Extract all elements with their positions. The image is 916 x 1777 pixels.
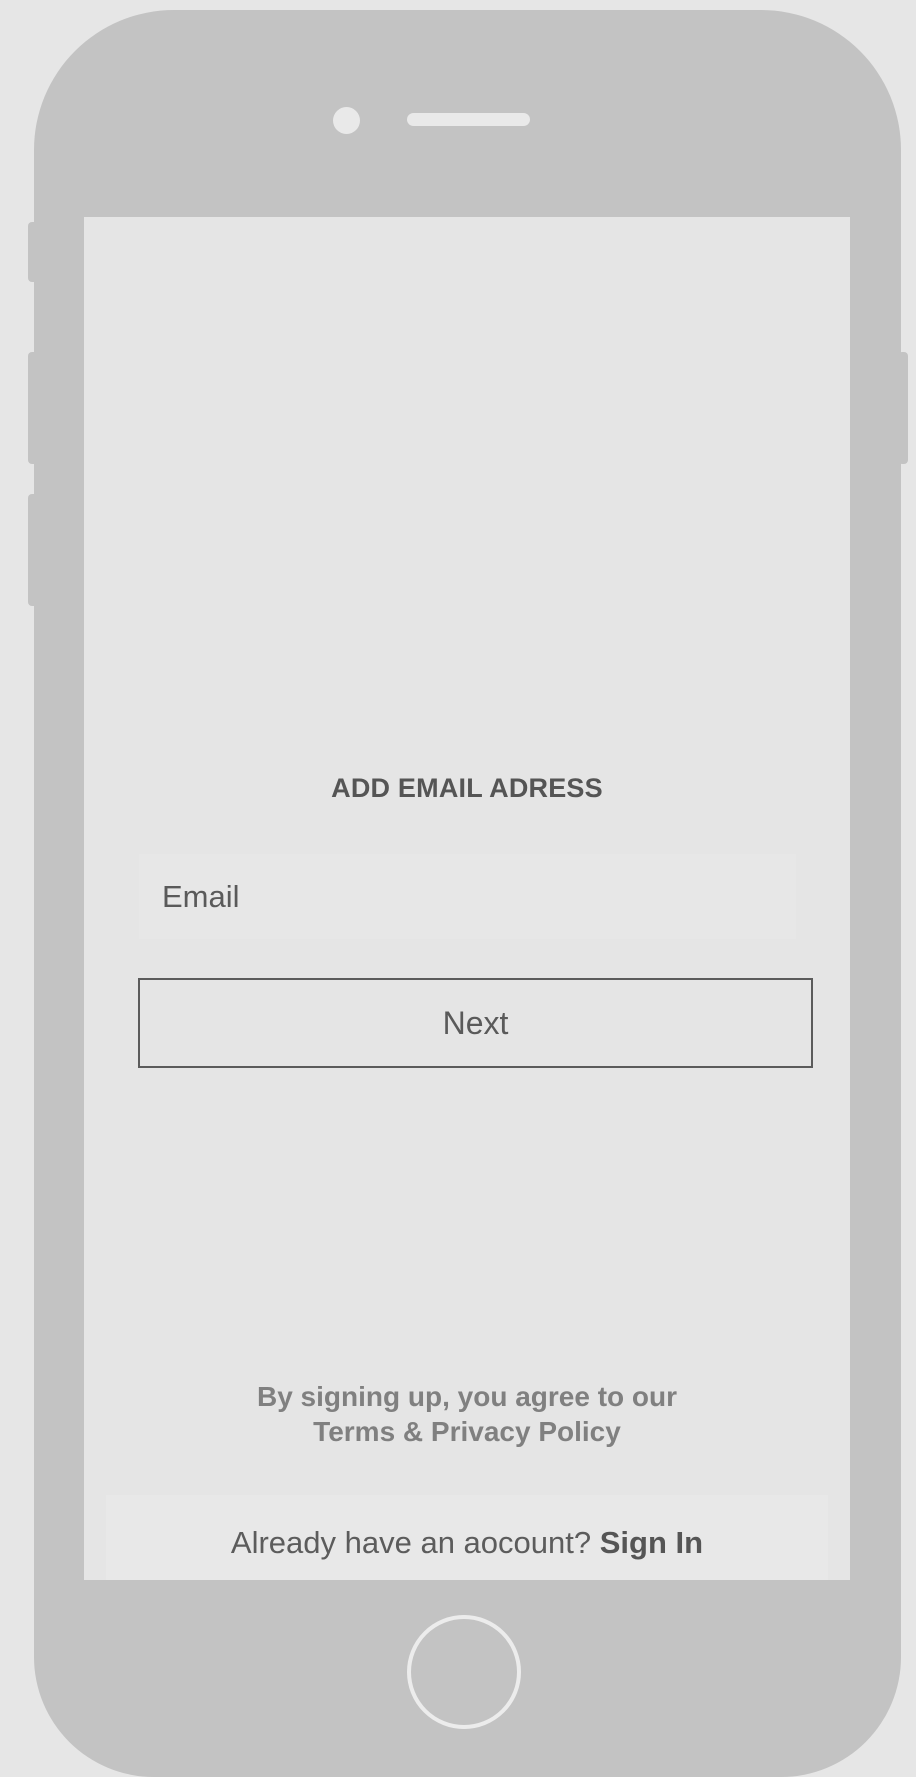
phone-screen: ADD EMAIL ADRESS Next By signing up, you… bbox=[84, 217, 850, 1580]
page-title: ADD EMAIL ADRESS bbox=[331, 773, 603, 803]
email-field[interactable] bbox=[139, 854, 796, 939]
signin-prompt-line: Already have an aocount? Sign In bbox=[84, 1525, 850, 1561]
earpiece-speaker bbox=[407, 113, 530, 126]
power-button bbox=[898, 352, 908, 464]
volume-up-button bbox=[28, 352, 38, 464]
home-button[interactable] bbox=[407, 1615, 521, 1729]
signin-prompt-text: Already have an aocount? bbox=[230, 1525, 592, 1560]
terms-text: By signing up, you agree to our bbox=[256, 1381, 678, 1412]
sign-in-link[interactable]: Sign In bbox=[600, 1525, 703, 1560]
next-button[interactable]: Next bbox=[138, 978, 813, 1068]
front-camera bbox=[333, 107, 360, 134]
volume-down-button bbox=[28, 494, 38, 606]
terms-privacy-link[interactable]: Terms & Privacy Policy bbox=[84, 1414, 850, 1449]
mute-switch bbox=[28, 222, 38, 282]
terms-notice: By signing up, you agree to our Terms & … bbox=[84, 1379, 850, 1449]
